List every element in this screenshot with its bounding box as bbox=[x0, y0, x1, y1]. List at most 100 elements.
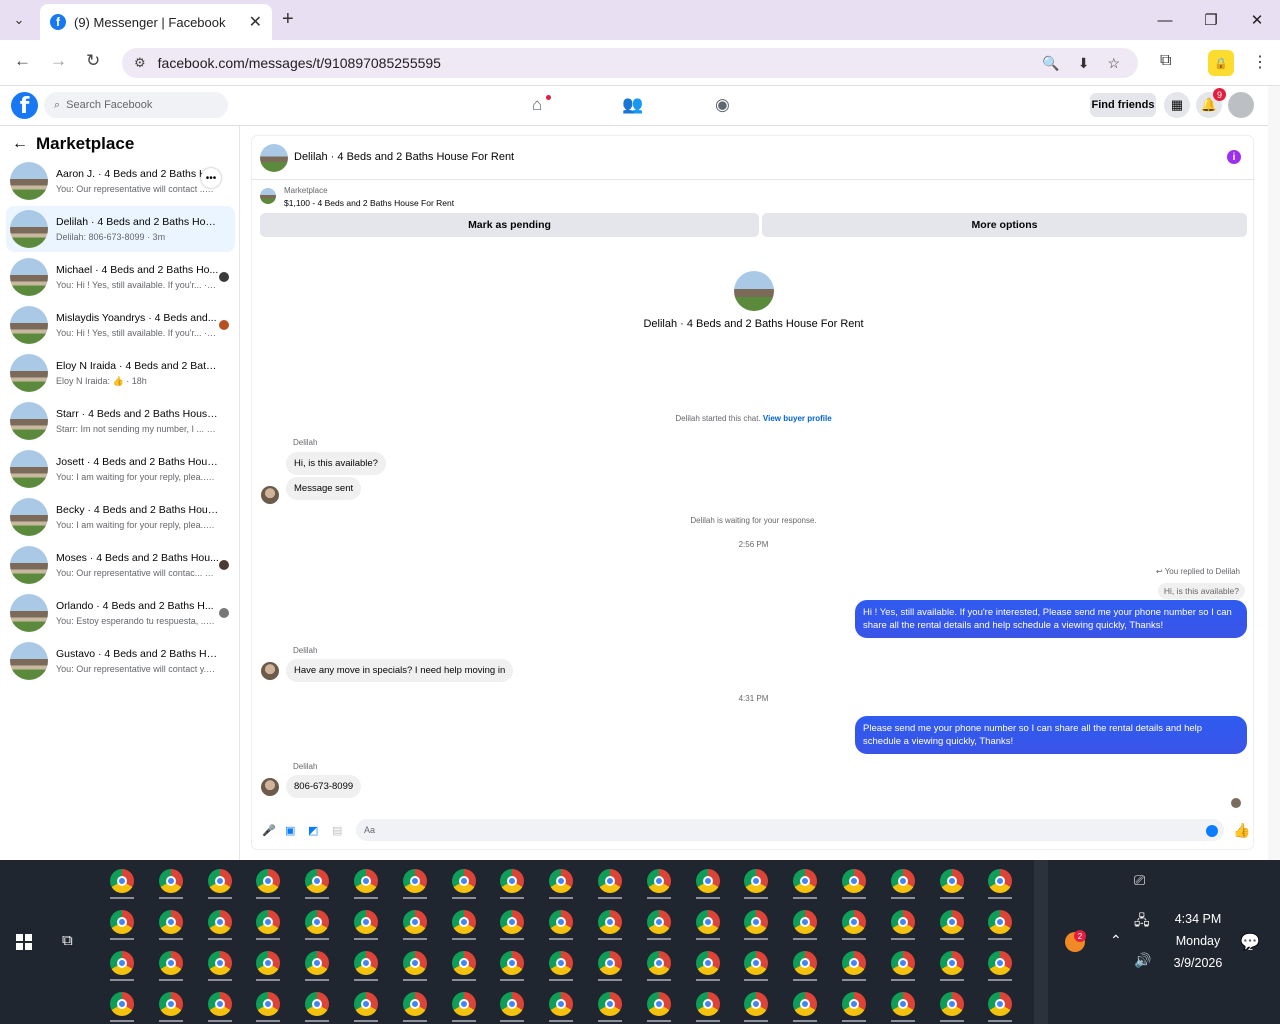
microphone-icon[interactable]: 🎤 bbox=[262, 824, 276, 837]
taskbar-app-icon[interactable] bbox=[785, 863, 825, 899]
thumbs-up-icon[interactable]: 👍 bbox=[1233, 822, 1250, 839]
mark-as-pending-button[interactable]: Mark as pending bbox=[260, 213, 759, 237]
back-arrow-icon[interactable]: ← bbox=[12, 135, 28, 153]
taskbar-app-icon[interactable] bbox=[492, 945, 532, 981]
show-hidden-icons-chevron-icon[interactable]: ⌃ bbox=[1110, 932, 1122, 949]
sticker-icon[interactable]: ◩ bbox=[308, 824, 318, 837]
more-options-button[interactable]: More options bbox=[762, 213, 1247, 237]
taskbar-app-icon[interactable] bbox=[639, 986, 679, 1022]
install-app-icon[interactable]: ⬇ bbox=[1078, 55, 1090, 72]
browser-tab[interactable]: f (9) Messenger | Facebook ✕ bbox=[40, 4, 272, 40]
conversation-item[interactable]: Mislaydis Yoandrys · 4 Beds and... You: H… bbox=[6, 302, 235, 348]
taskbar-app-icon[interactable] bbox=[395, 945, 435, 981]
taskbar-app-icon[interactable] bbox=[297, 863, 337, 899]
taskbar-app-icon[interactable] bbox=[639, 904, 679, 940]
home-icon[interactable]: ⌂ bbox=[532, 95, 542, 115]
taskbar-app-icon[interactable] bbox=[248, 904, 288, 940]
taskbar-app-icon[interactable] bbox=[639, 945, 679, 981]
photo-icon[interactable]: ▣ bbox=[285, 824, 295, 837]
taskbar-app-icon[interactable] bbox=[736, 863, 776, 899]
taskbar-app-icon[interactable] bbox=[297, 945, 337, 981]
meet-now-icon[interactable]: ⎚ bbox=[1134, 872, 1145, 889]
taskbar-app-icon[interactable] bbox=[102, 904, 142, 940]
find-friends-button[interactable]: Find friends bbox=[1090, 93, 1156, 117]
info-icon[interactable]: i bbox=[1227, 150, 1241, 164]
taskbar-app-icon[interactable] bbox=[102, 945, 142, 981]
conversation-item[interactable]: Michael · 4 Beds and 2 Baths Ho... You: H… bbox=[6, 254, 235, 300]
conversation-item[interactable]: Starr · 4 Beds and 2 Baths House F... Sta… bbox=[6, 398, 235, 444]
taskbar-app-icon[interactable] bbox=[346, 945, 386, 981]
taskbar-app-icon[interactable] bbox=[932, 904, 972, 940]
taskbar-app-icon[interactable] bbox=[346, 904, 386, 940]
taskbar-app-icon[interactable] bbox=[688, 904, 728, 940]
conversation-item[interactable]: Gustavo · 4 Beds and 2 Baths Hous... You:… bbox=[6, 638, 235, 684]
taskbar-app-icon[interactable] bbox=[444, 945, 484, 981]
conversation-item[interactable]: Moses · 4 Beds and 2 Baths Hou... You: Ou… bbox=[6, 542, 235, 588]
taskbar-app-icon[interactable] bbox=[248, 945, 288, 981]
taskbar-app-icon[interactable] bbox=[395, 986, 435, 1022]
close-tab-icon[interactable]: ✕ bbox=[249, 12, 262, 32]
conversation-item[interactable]: Josett · 4 Beds and 2 Baths House ... You… bbox=[6, 446, 235, 492]
minimize-icon[interactable]: — bbox=[1142, 0, 1188, 40]
taskbar-app-icon[interactable] bbox=[248, 986, 288, 1022]
taskbar-app-icon[interactable] bbox=[834, 945, 874, 981]
taskbar-app-icon[interactable] bbox=[444, 986, 484, 1022]
taskbar-app-icon[interactable] bbox=[980, 945, 1020, 981]
taskbar-app-icon[interactable] bbox=[346, 986, 386, 1022]
emoji-icon[interactable] bbox=[1206, 825, 1218, 837]
taskbar-app-icon[interactable] bbox=[248, 863, 288, 899]
account-avatar[interactable] bbox=[1228, 92, 1254, 118]
more-options-icon[interactable]: ••• bbox=[201, 168, 221, 188]
taskbar-app-icon[interactable] bbox=[688, 945, 728, 981]
taskbar-app-icon[interactable] bbox=[151, 986, 191, 1022]
browser-menu-icon[interactable]: ⋮ bbox=[1252, 52, 1268, 72]
taskbar-app-icon[interactable] bbox=[151, 904, 191, 940]
taskbar-app-icon[interactable] bbox=[200, 863, 240, 899]
taskbar-app-icon[interactable] bbox=[200, 904, 240, 940]
taskbar-app-icon[interactable] bbox=[492, 986, 532, 1022]
taskbar-app-icon[interactable] bbox=[151, 945, 191, 981]
groups-icon[interactable]: ◉ bbox=[715, 95, 730, 115]
taskbar-app-icon[interactable] bbox=[932, 986, 972, 1022]
task-view-icon[interactable]: ⧉ bbox=[62, 932, 73, 949]
listing-thumbnail[interactable] bbox=[260, 188, 276, 204]
taskbar-app-icon[interactable] bbox=[492, 863, 532, 899]
tab-search-dropdown-icon[interactable]: ⌄ bbox=[6, 8, 32, 32]
taskbar-app-icon[interactable] bbox=[883, 986, 923, 1022]
close-window-icon[interactable]: ✕ bbox=[1234, 0, 1280, 40]
taskbar-app-icon[interactable] bbox=[297, 904, 337, 940]
clock-day[interactable]: Monday bbox=[1168, 934, 1228, 948]
taskbar-app-icon[interactable] bbox=[883, 945, 923, 981]
extensions-icon[interactable]: ⧉ bbox=[1160, 52, 1171, 70]
taskbar-app-icon[interactable] bbox=[200, 945, 240, 981]
message-input[interactable]: Aa bbox=[356, 819, 1224, 841]
conversation-item[interactable]: Eloy N Iraida · 4 Beds and 2 Baths ... El… bbox=[6, 350, 235, 396]
url-text[interactable]: facebook.com/messages/t/910897085255595 bbox=[158, 55, 1043, 71]
taskbar-app-icon[interactable] bbox=[541, 986, 581, 1022]
taskbar-app-icon[interactable] bbox=[590, 945, 630, 981]
network-icon[interactable]: 🖧 bbox=[1134, 910, 1150, 934]
taskbar-app-icon[interactable] bbox=[980, 904, 1020, 940]
taskbar-app-icon[interactable] bbox=[444, 904, 484, 940]
conversation-item[interactable]: Becky · 4 Beds and 2 Baths House ... You:… bbox=[6, 494, 235, 540]
taskbar-app-icon[interactable] bbox=[883, 863, 923, 899]
conversation-item[interactable]: Orlando · 4 Beds and 2 Baths H... You: Es… bbox=[6, 590, 235, 636]
taskbar-app-icon[interactable] bbox=[736, 986, 776, 1022]
taskbar-app-icon[interactable] bbox=[932, 945, 972, 981]
taskbar-app-icon[interactable] bbox=[395, 863, 435, 899]
new-tab-icon[interactable]: + bbox=[282, 8, 294, 31]
site-info-icon[interactable]: ⚙ bbox=[134, 55, 146, 71]
taskbar-app-icon[interactable] bbox=[980, 863, 1020, 899]
conversation-item[interactable]: Aaron J. · 4 Beds and 2 Baths H... You: O… bbox=[6, 158, 235, 204]
taskbar-app-icon[interactable] bbox=[541, 863, 581, 899]
taskbar-app-icon[interactable] bbox=[102, 986, 142, 1022]
bookmark-star-icon[interactable]: ☆ bbox=[1107, 55, 1120, 72]
taskbar-app-icon[interactable] bbox=[639, 863, 679, 899]
volume-icon[interactable]: 🔊 bbox=[1134, 952, 1151, 969]
facebook-search-input[interactable]: ⌕ Search Facebook bbox=[44, 92, 228, 118]
menu-grid-icon[interactable]: ▦ bbox=[1164, 92, 1190, 118]
taskbar-app-icon[interactable] bbox=[785, 945, 825, 981]
taskbar-app-icon[interactable] bbox=[688, 863, 728, 899]
taskbar-app-icon[interactable] bbox=[444, 863, 484, 899]
chat-avatar[interactable] bbox=[260, 144, 288, 172]
